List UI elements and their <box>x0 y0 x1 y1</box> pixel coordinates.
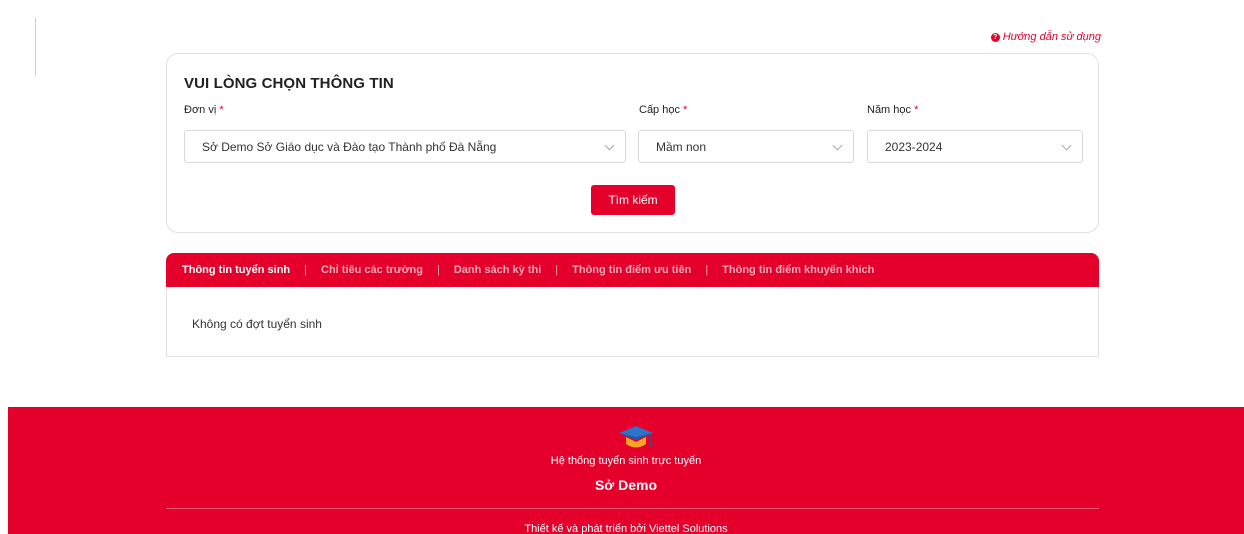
tab-separator: | <box>705 264 709 276</box>
don-vi-select-value: Sở Demo Sở Giáo dục và Đào tạo Thành phố… <box>202 139 497 154</box>
help-link-label: Hướng dẫn sử dụng <box>1002 31 1101 43</box>
filter-card-title: VUI LÒNG CHỌN THÔNG TIN <box>184 75 394 92</box>
don-vi-select[interactable]: Sở Demo Sở Giáo dục và Đào tạo Thành phố… <box>184 130 626 163</box>
organization-name: Sở Demo <box>594 477 658 493</box>
don-vi-label-text: Đơn vị <box>184 104 217 116</box>
empty-message: Không có đợt tuyển sinh <box>192 317 322 331</box>
tab-thong-tin-tuyen-sinh[interactable]: Thông tin tuyển sinh <box>182 264 290 276</box>
nam-hoc-label-text: Năm học <box>867 104 912 116</box>
tab-danh-sach-ky-thi[interactable]: Danh sách kỳ thi <box>454 264 541 276</box>
tab-thong-tin-diem-khuyen-khich[interactable]: Thông tin điểm khuyến khích <box>722 264 874 276</box>
graduation-cap-icon <box>619 426 653 448</box>
required-mark: * <box>219 104 224 116</box>
nam-hoc-label: Năm học * <box>867 104 918 116</box>
required-mark: * <box>914 104 919 116</box>
left-edge-divider <box>35 18 36 76</box>
nam-hoc-select[interactable]: 2023-2024 <box>867 130 1083 163</box>
nam-hoc-select-value: 2023-2024 <box>885 139 943 154</box>
required-mark: * <box>683 104 688 116</box>
chevron-down-icon <box>832 140 843 151</box>
filter-card: VUI LÒNG CHỌN THÔNG TIN Đơn vị * Sở Demo… <box>166 53 1099 233</box>
search-button[interactable]: Tìm kiếm <box>591 185 675 215</box>
tab-separator: | <box>555 264 559 276</box>
cap-hoc-select[interactable]: Mầm non <box>638 130 854 163</box>
cap-hoc-label-text: Cấp học <box>639 104 680 116</box>
cap-hoc-select-value: Mầm non <box>656 139 707 154</box>
tab-content: Không có đợt tuyển sinh <box>167 287 1098 331</box>
chevron-down-icon <box>604 140 615 151</box>
footer-credit: Thiết kế và phát triển bởi Viettel Solut… <box>524 523 728 534</box>
system-name: Hệ thống tuyển sinh trực tuyến <box>550 455 702 467</box>
tab-separator: | <box>436 264 440 276</box>
footer-divider <box>166 508 1099 509</box>
help-link[interactable]: ? Hướng dẫn sử dụng <box>990 31 1101 43</box>
chevron-down-icon <box>1061 140 1072 151</box>
tab-thong-tin-diem-uu-tien[interactable]: Thông tin điểm ưu tiên <box>572 264 691 276</box>
tab-separator: | <box>304 264 308 276</box>
footer: Hệ thống tuyển sinh trực tuyến Sở Demo T… <box>8 407 1244 534</box>
admission-tab-panel: Thông tin tuyển sinh | Chỉ tiêu các trườ… <box>166 253 1099 357</box>
tab-chi-tieu-cac-truong[interactable]: Chỉ tiêu các trường <box>321 264 423 276</box>
help-icon: ? <box>990 32 1000 42</box>
cap-hoc-label: Cấp học * <box>639 104 687 116</box>
don-vi-label: Đơn vị * <box>184 104 224 116</box>
tab-bar: Thông tin tuyển sinh | Chỉ tiêu các trườ… <box>166 253 1099 287</box>
